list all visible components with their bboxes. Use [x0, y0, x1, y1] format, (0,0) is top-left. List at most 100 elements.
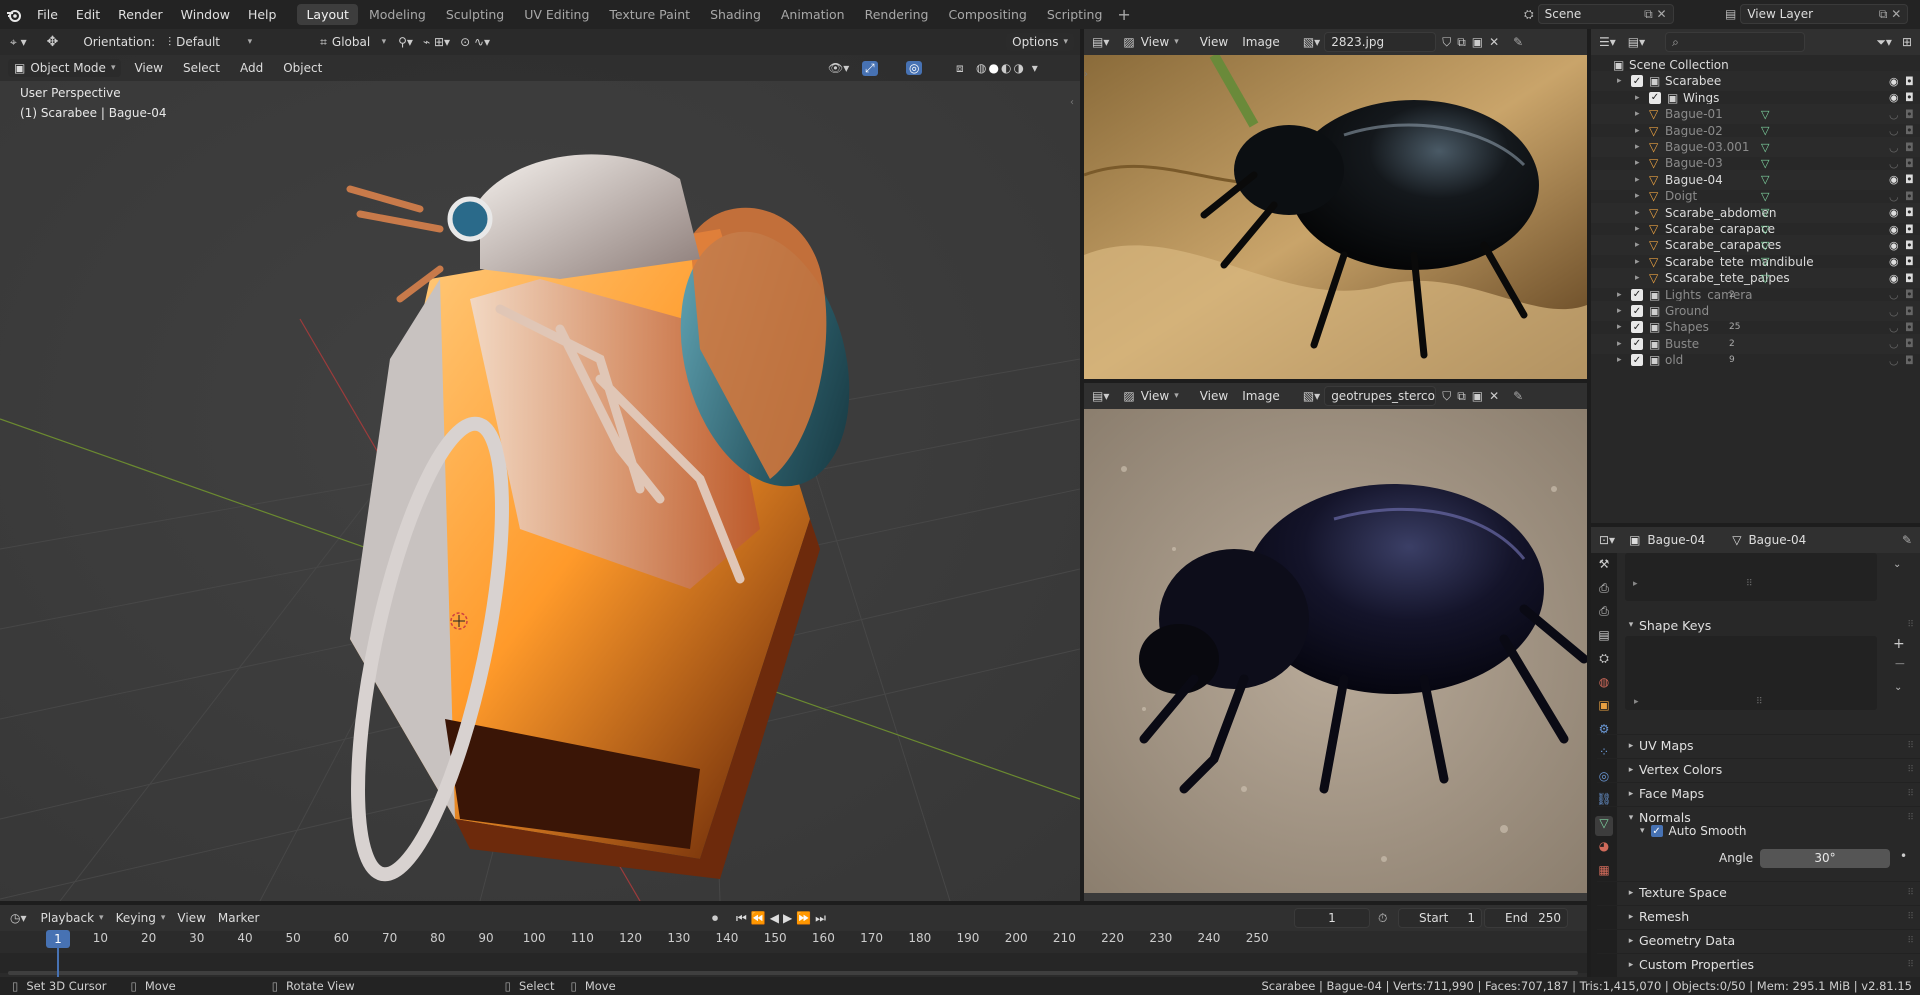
workspace-tab-shading[interactable]: Shading — [701, 4, 770, 25]
transform-space-dropdown[interactable]: ⌗ Global ▾ — [314, 33, 392, 52]
playback-controls[interactable]: ⏮⏪◀▶⏩⏭ — [736, 911, 830, 926]
add-shape-key-icon[interactable]: + — [1893, 636, 1905, 652]
timeline-menu-marker[interactable]: Marker — [212, 909, 265, 927]
expand-arrow-icon[interactable]: ▸ — [1617, 339, 1622, 349]
image-browse-icon[interactable]: ▧▾ — [1303, 35, 1320, 49]
visibility-eye-icon[interactable]: ◉ — [1889, 255, 1899, 268]
options-dropdown[interactable]: Options ▾ — [1006, 33, 1074, 51]
editor-type-image-icon[interactable]: ▤▾ — [1092, 35, 1109, 49]
visibility-eye-icon[interactable]: ◡ — [1889, 124, 1899, 137]
render-camera-icon[interactable]: ◘ — [1905, 206, 1914, 219]
visibility-eye-icon[interactable]: ◡ — [1889, 305, 1899, 318]
expand-arrow-icon[interactable]: ▸ — [1635, 208, 1640, 218]
image-view-menu[interactable]: View — [1193, 35, 1235, 49]
timeline-menu-playback[interactable]: Playback ▾ — [35, 909, 110, 927]
visibility-eye-icon[interactable]: ◡ — [1889, 141, 1899, 154]
list-menu-icon[interactable]: ⌄ — [1893, 559, 1901, 570]
viewport-menu-view[interactable]: View — [127, 61, 169, 75]
shape-keys-list[interactable] — [1625, 636, 1877, 710]
menu-help[interactable]: Help — [239, 7, 286, 22]
pin-icon-2[interactable]: ✎ — [1513, 389, 1523, 403]
menu-window[interactable]: Window — [172, 7, 239, 22]
properties-tab-render-icon[interactable]: ⎙ — [1595, 581, 1613, 601]
visibility-eye-icon[interactable]: ◉ — [1889, 223, 1899, 236]
visibility-eye-icon[interactable]: ◉ — [1889, 206, 1899, 219]
current-frame-field[interactable]: 1 — [1294, 908, 1370, 928]
view-layer-copy-icon[interactable]: ⧉ ✕ — [1879, 7, 1901, 22]
pin-icon[interactable]: ✎ — [1513, 35, 1523, 49]
expand-arrow-icon[interactable]: ▸ — [1635, 273, 1640, 283]
workspace-tab-scripting[interactable]: Scripting — [1038, 4, 1112, 25]
shape-keys-expand-icon[interactable]: ▸ — [1634, 697, 1639, 707]
mesh-data-icon[interactable]: ▽ — [1761, 255, 1769, 268]
expand-arrow-icon[interactable]: ▸ — [1635, 257, 1640, 267]
visibility-eye-icon[interactable]: ◉ — [1889, 75, 1899, 88]
image-name-field-2[interactable]: geotrupes_stercoros... — [1324, 386, 1437, 406]
expand-arrow-icon[interactable]: ▸ — [1617, 76, 1622, 86]
render-camera-icon[interactable]: ◘ — [1905, 108, 1914, 121]
mesh-data-icon[interactable]: ▽ — [1761, 223, 1769, 236]
image-editor-top-region-arrow[interactable]: › — [1084, 69, 1090, 89]
properties-tab-world-icon[interactable]: ◍ — [1595, 675, 1613, 695]
new-collection-icon[interactable]: ⊞ — [1902, 35, 1912, 49]
visibility-eye-icon[interactable]: ◉ — [1889, 272, 1899, 285]
render-camera-icon[interactable]: ◘ — [1905, 173, 1914, 186]
image-editor-bottom[interactable]: ▤▾ ▨ View ▾ View Image ▧▾ geotrupes_sterc… — [1084, 383, 1587, 901]
viewport-menu-object[interactable]: Object — [276, 61, 329, 75]
mode-dropdown[interactable]: ▣ Object Mode ▾ — [8, 59, 122, 77]
image-view-dropdown[interactable]: View ▾ — [1135, 33, 1185, 51]
scene-copy-icon[interactable]: ⧉ ✕ — [1644, 7, 1666, 22]
add-workspace-button[interactable]: + — [1111, 5, 1136, 24]
editor-type-timeline-icon[interactable]: ◷▾ — [10, 911, 27, 925]
viewport-menu-select[interactable]: Select — [176, 61, 227, 75]
section-custom-properties[interactable]: ▸ Custom Properties ⠿ — [1597, 953, 1920, 975]
workspace-tab-compositing[interactable]: Compositing — [939, 4, 1035, 25]
timeline-track[interactable] — [0, 953, 1587, 973]
gizmo-toggle-icon[interactable]: ⤢ — [862, 60, 878, 76]
drag-handle-icon[interactable]: ⠿ — [1907, 789, 1914, 799]
render-camera-icon[interactable]: ◘ — [1905, 124, 1914, 137]
editor-type-image-icon-2[interactable]: ▤▾ — [1092, 389, 1109, 403]
expand-arrow-icon[interactable]: ▸ — [1617, 306, 1622, 316]
image-editor-top[interactable]: ▤▾ ▨ View ▾ View Image ▧▾ 2823.jpg ⛉⧉▣✕ ✎… — [1084, 29, 1587, 379]
expand-arrow-icon[interactable]: ▸ — [1617, 290, 1622, 300]
image-view-menu-2[interactable]: View — [1193, 389, 1235, 403]
drag-handle-icon[interactable]: ⠿ — [1907, 620, 1914, 630]
expand-arrow-icon[interactable]: ▸ — [1635, 93, 1640, 103]
workspace-tab-uv-editing[interactable]: UV Editing — [515, 4, 598, 25]
mesh-data-icon[interactable]: ▽ — [1761, 239, 1769, 252]
scene-field[interactable]: Scene ⧉ ✕ — [1537, 4, 1674, 24]
render-camera-icon[interactable]: ◘ — [1905, 337, 1914, 350]
menu-render[interactable]: Render — [109, 7, 172, 22]
editor-type-3d-icon[interactable]: ⌖ ▾ — [10, 35, 27, 50]
section-vertex-colors[interactable]: ▸ Vertex Colors ⠿ — [1597, 758, 1920, 780]
view-mode-icon[interactable]: ▨ — [1123, 35, 1134, 49]
outliner[interactable]: ☰▾ ▤▾ ⌕ ⏷▾ ⊞ ▣ Scene Collection ▸ ✓ ▣ Scarabe… — [1591, 29, 1920, 523]
list-expand-icon[interactable]: ▸ — [1633, 579, 1638, 589]
workspace-tab-layout[interactable]: Layout — [297, 4, 358, 25]
expand-arrow-icon[interactable]: ▸ — [1617, 322, 1622, 332]
properties-tab-texture-icon[interactable]: ▦ — [1595, 863, 1613, 883]
snap-icon[interactable]: ⌁ ⊞▾ — [423, 35, 450, 49]
exclude-checkbox[interactable]: ✓ — [1631, 305, 1643, 317]
image-browse-icon-2[interactable]: ▧▾ — [1303, 389, 1320, 403]
render-camera-icon[interactable]: ◘ — [1905, 75, 1914, 88]
angle-field[interactable]: 30° — [1760, 849, 1890, 868]
vertex-groups-list[interactable] — [1625, 553, 1877, 601]
render-camera-icon[interactable]: ◘ — [1905, 354, 1914, 367]
render-camera-icon[interactable]: ◘ — [1905, 239, 1914, 252]
mesh-data-icon[interactable]: ▽ — [1761, 124, 1769, 137]
section-face-maps[interactable]: ▸ Face Maps ⠿ — [1597, 782, 1920, 804]
image-actions-icon[interactable]: ⛉⧉▣✕ — [1442, 35, 1505, 50]
shading-modes-icon[interactable]: ◍●◐◑ ▾ — [976, 61, 1040, 75]
expand-arrow-icon[interactable]: ▸ — [1617, 355, 1622, 365]
menu-edit[interactable]: Edit — [67, 7, 109, 22]
section-uv-maps[interactable]: ▸ UV Maps ⠿ — [1597, 734, 1920, 756]
visibility-eye-icon[interactable]: ◉ — [1889, 239, 1899, 252]
editor-type-outliner-icon[interactable]: ☰▾ — [1599, 35, 1616, 49]
mesh-data-icon[interactable]: ▽ — [1761, 173, 1769, 186]
image-view-dropdown-2[interactable]: View ▾ — [1135, 387, 1185, 405]
visibility-eye-icon[interactable]: ◡ — [1889, 108, 1899, 121]
mesh-data-icon[interactable]: ▽ — [1761, 108, 1769, 121]
expand-arrow-icon[interactable]: ▸ — [1635, 175, 1640, 185]
